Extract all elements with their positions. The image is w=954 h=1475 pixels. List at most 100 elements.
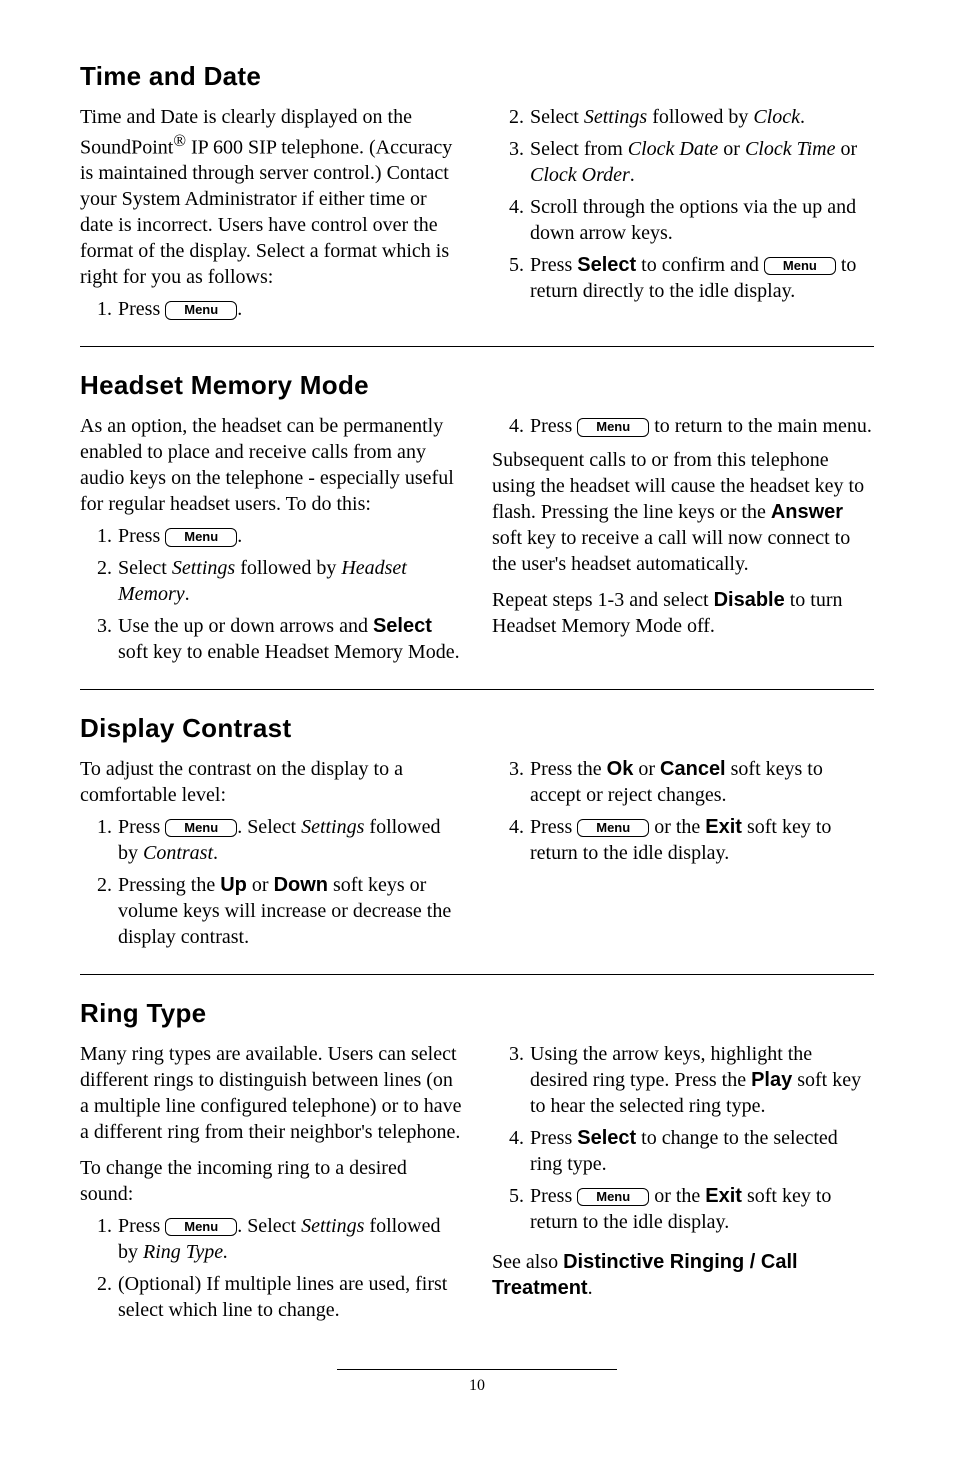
text: or [836,138,858,160]
ringtype-italic: Ring Type. [143,1241,228,1263]
contrast-italic: Contrast [143,842,213,864]
step: 1. Press Menu. Select Settings followed … [106,814,462,866]
text: Press [530,1127,577,1149]
menu-button-icon: Menu [577,418,649,436]
step: 3. Press the Ok or Cancel soft keys to a… [518,756,874,808]
play-softkey: Play [751,1069,792,1091]
text: . [630,164,635,186]
text: . Select [237,816,301,838]
exit-softkey: Exit [705,816,742,838]
intro-ring: Many ring types are available. Users can… [80,1041,462,1145]
step-number: 1. [82,1213,112,1239]
steps-left: 1. Press Menu. Select Settings followed … [80,1213,462,1323]
heading-ring-type: Ring Type [80,997,874,1031]
text: Press [118,298,165,320]
steps-left: 1. Press Menu. [80,296,462,322]
columns: Time and Date is clearly displayed on th… [80,104,874,329]
text: to confirm and [636,254,764,276]
settings-italic: Settings [301,816,364,838]
steps-right: 3. Press the Ok or Cancel soft keys to a… [492,756,874,866]
text: or [247,874,274,896]
text: . [588,1277,593,1299]
col-right: 2. Select Settings followed by Clock. 3.… [492,104,874,329]
step: 4. Press Menu to return to the main menu… [518,413,874,439]
disable-softkey: Disable [714,589,785,611]
text: IP 600 SIP telephone. (Accuracy is maint… [80,136,452,288]
registered-mark: ® [173,131,186,150]
text: See also [492,1251,563,1273]
headset-disable-paragraph: Repeat steps 1-3 and select Disable to t… [492,587,874,639]
intro-time: Time and Date is clearly displayed on th… [80,104,462,291]
heading-display-contrast: Display Contrast [80,712,874,746]
lead-ring: To change the incoming ring to a desired… [80,1155,462,1207]
step-number: 2. [82,1271,112,1297]
col-left: Many ring types are available. Users can… [80,1041,462,1329]
col-right: 3. Press the Ok or Cancel soft keys to a… [492,756,874,956]
step: 3. Use the up or down arrows and Select … [106,613,462,665]
step: 2. Select Settings followed by Clock. [518,104,874,130]
text: Press [118,1215,165,1237]
menu-button-icon: Menu [165,819,237,837]
step: 5. Press Menu or the Exit soft key to re… [518,1183,874,1235]
col-left: As an option, the headset can be permane… [80,413,462,671]
text: followed by [235,557,341,579]
section-time-and-date: Time and Date Time and Date is clearly d… [80,60,874,347]
step: 4. Scroll through the options via the up… [518,194,874,246]
step-number: 2. [494,104,524,130]
step-number: 2. [82,555,112,581]
text: soft key to receive a call will now conn… [492,527,850,575]
heading-time-and-date: Time and Date [80,60,874,94]
text: Select [530,106,584,128]
see-also: See also Distinctive Ringing / Call Trea… [492,1249,874,1301]
text: (Optional) If multiple lines are used, f… [118,1273,447,1321]
text: Press [118,816,165,838]
text: . [237,525,242,547]
clock-italic: Clock [753,106,800,128]
steps-right: 3. Using the arrow keys, highlight the d… [492,1041,874,1235]
clockdate-italic: Clock Date [628,138,719,160]
col-left: To adjust the contrast on the display to… [80,756,462,956]
step-number: 2. [82,872,112,898]
text: Scroll through the options via the up an… [530,196,856,244]
menu-button-icon: Menu [165,301,237,319]
step-number: 3. [494,1041,524,1067]
step-number: 1. [82,523,112,549]
menu-button-icon: Menu [577,819,649,837]
steps-left: 1. Press Menu. Select Settings followed … [80,814,462,950]
select-softkey: Select [577,1127,636,1149]
settings-italic: Settings [301,1215,364,1237]
text: . [800,106,805,128]
text: . [237,298,242,320]
text: Press [530,415,577,437]
col-left: Time and Date is clearly displayed on th… [80,104,462,329]
steps-left: 1. Press Menu. 2. Select Settings follow… [80,523,462,665]
step: 4. Press Select to change to the selecte… [518,1125,874,1177]
section-display-contrast: Display Contrast To adjust the contrast … [80,712,874,975]
steps-right: 4. Press Menu to return to the main menu… [492,413,874,439]
step-number: 3. [82,613,112,639]
ok-softkey: Ok [607,758,634,780]
down-softkey: Down [274,874,328,896]
footer-rule [337,1369,617,1370]
step-number: 5. [494,1183,524,1209]
step: 2. Select Settings followed by Headset M… [106,555,462,607]
menu-button-icon: Menu [165,1218,237,1236]
intro-headset: As an option, the headset can be permane… [80,413,462,517]
text: or the [649,816,705,838]
steps-right: 2. Select Settings followed by Clock. 3.… [492,104,874,304]
answer-softkey: Answer [771,501,843,523]
clockorder-italic: Clock Order [530,164,630,186]
text: soft key to enable Headset Memory Mode. [118,641,460,663]
text: Press [118,525,165,547]
text: Press the [530,758,607,780]
step-number: 5. [494,252,524,278]
cancel-softkey: Cancel [660,758,726,780]
section-ring-type: Ring Type Many ring types are available.… [80,997,874,1347]
page-number: 10 [80,1376,874,1397]
section-headset-memory: Headset Memory Mode As an option, the he… [80,369,874,690]
exit-softkey: Exit [705,1185,742,1207]
text: or [718,138,745,160]
text: . [213,842,218,864]
col-right: 4. Press Menu to return to the main menu… [492,413,874,671]
text: followed by [647,106,753,128]
